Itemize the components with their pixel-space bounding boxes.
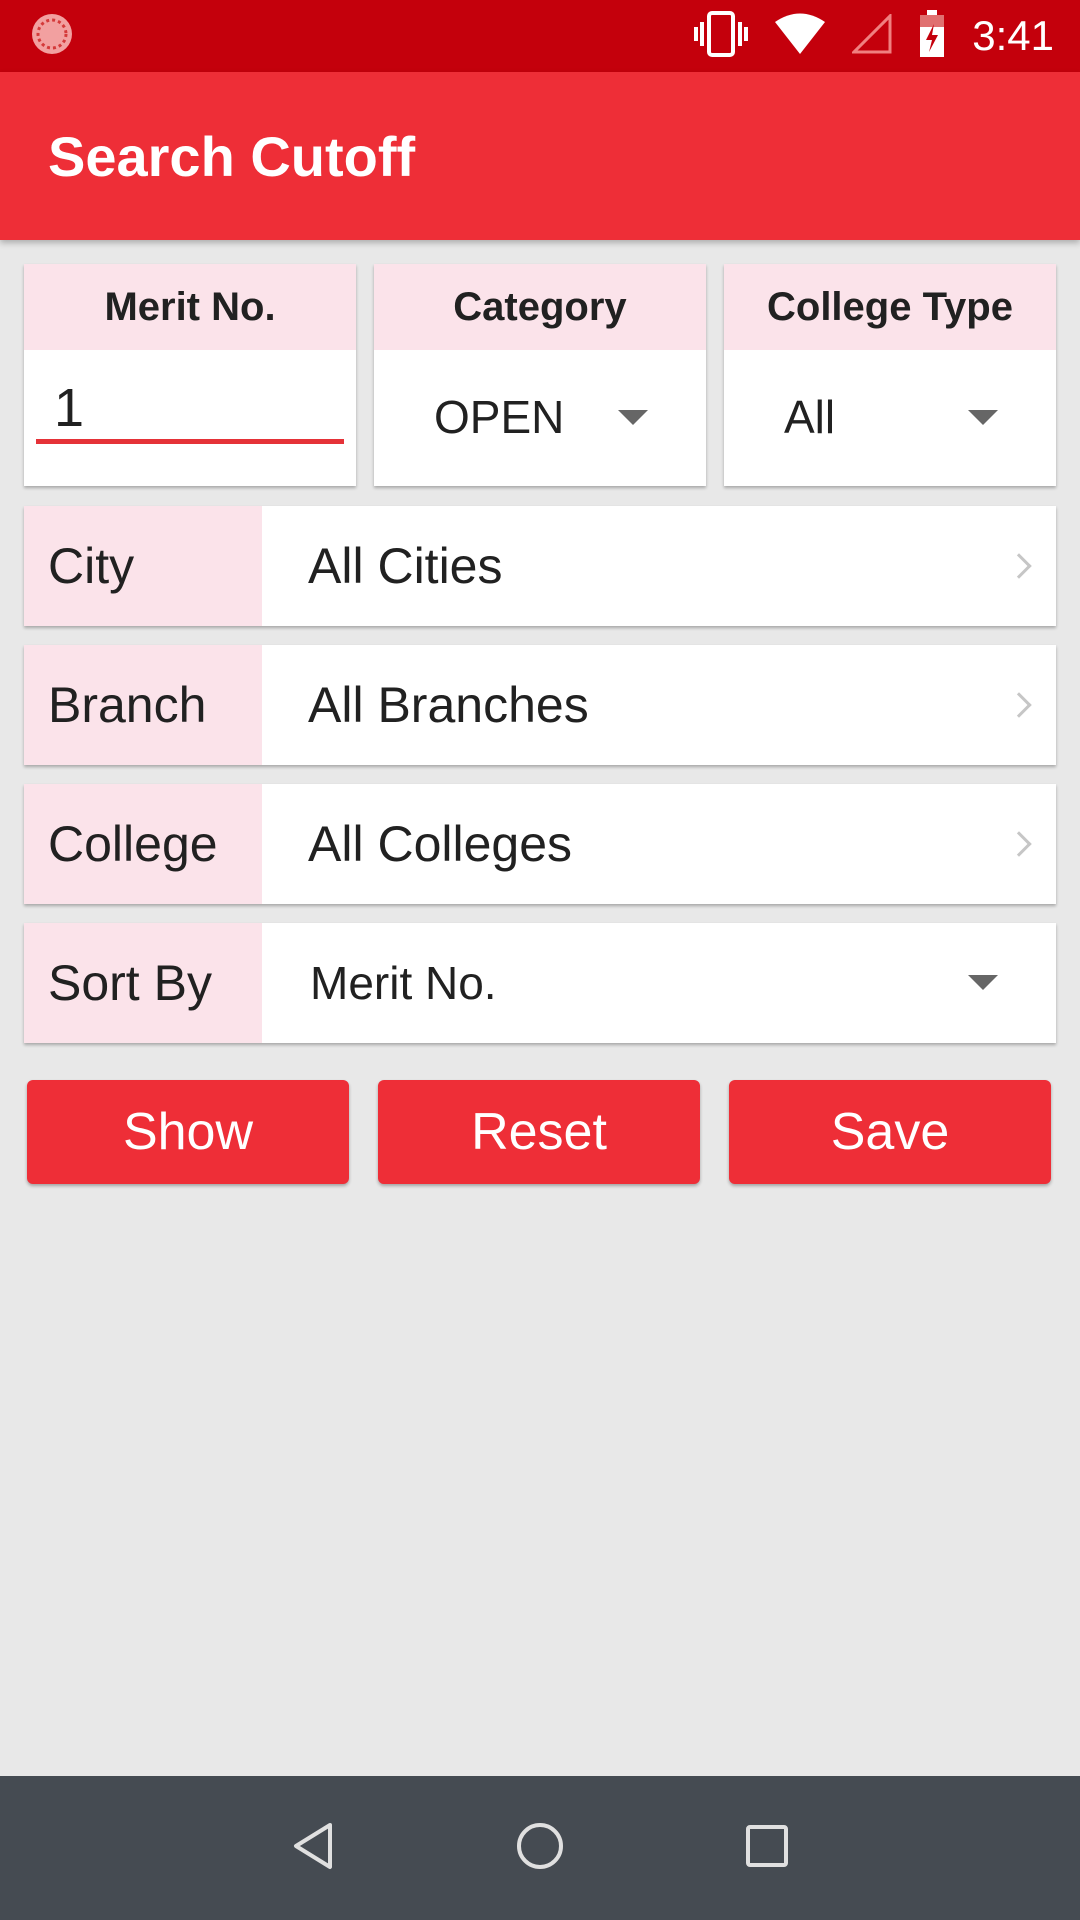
college-type-dropdown[interactable]: All [724,350,1056,486]
chevron-right-icon [1006,831,1032,857]
category-value: OPEN [434,391,565,443]
show-button[interactable]: Show [27,1080,349,1184]
recents-nav-button[interactable] [727,1808,807,1888]
chevron-right-icon [1006,553,1032,579]
college-type-dropdown-arrow-icon [968,410,998,425]
merit-no-label: Merit No. [24,264,356,350]
branch-row[interactable]: Branch All Branches [24,645,1056,765]
category-card: Category OPEN [374,264,706,486]
clock: 3:41 [972,12,1054,59]
merit-no-card: Merit No. 1 [24,264,356,486]
branch-label: Branch [24,645,262,765]
college-type-card: College Type All [724,264,1056,486]
reset-button[interactable]: Reset [378,1080,700,1184]
branch-value: All Branches [308,677,589,733]
city-row[interactable]: City All Cities [24,506,1056,626]
back-nav-button[interactable] [273,1808,353,1888]
college-type-label: College Type [724,264,1056,350]
college-row[interactable]: College All Colleges [24,784,1056,904]
college-label: College [24,784,262,904]
home-circle-icon [515,1821,565,1876]
college-value: All Colleges [308,816,573,872]
category-dropdown-arrow-icon [618,410,648,425]
battery-charging-icon [918,9,946,63]
sort-by-label: Sort By [24,923,262,1043]
app-notification-icon [30,12,74,61]
chevron-right-icon [1006,692,1032,718]
back-triangle-icon [290,1821,336,1876]
wifi-icon [774,13,826,60]
app-bar: Search Cutoff [0,72,1080,240]
sort-by-dropdown[interactable]: Merit No. [262,923,1056,1043]
category-dropdown[interactable]: OPEN [374,350,706,486]
navigation-bar [0,1776,1080,1920]
sort-by-dropdown-arrow-icon [968,975,998,990]
status-bar: 3:41 [0,0,1080,72]
sort-by-value: Merit No. [310,957,497,1009]
city-value: All Cities [308,538,503,594]
city-label: City [24,506,262,626]
vibrate-icon [694,10,749,63]
category-label: Category [374,264,706,350]
college-type-value: All [784,391,836,443]
cell-signal-icon [850,11,892,59]
save-button[interactable]: Save [729,1080,1051,1184]
merit-no-input[interactable]: 1 [36,378,344,444]
sort-by-row: Sort By Merit No. [24,923,1056,1043]
recents-square-icon [745,1824,789,1873]
home-nav-button[interactable] [500,1808,580,1888]
page-title: Search Cutoff [48,124,416,188]
